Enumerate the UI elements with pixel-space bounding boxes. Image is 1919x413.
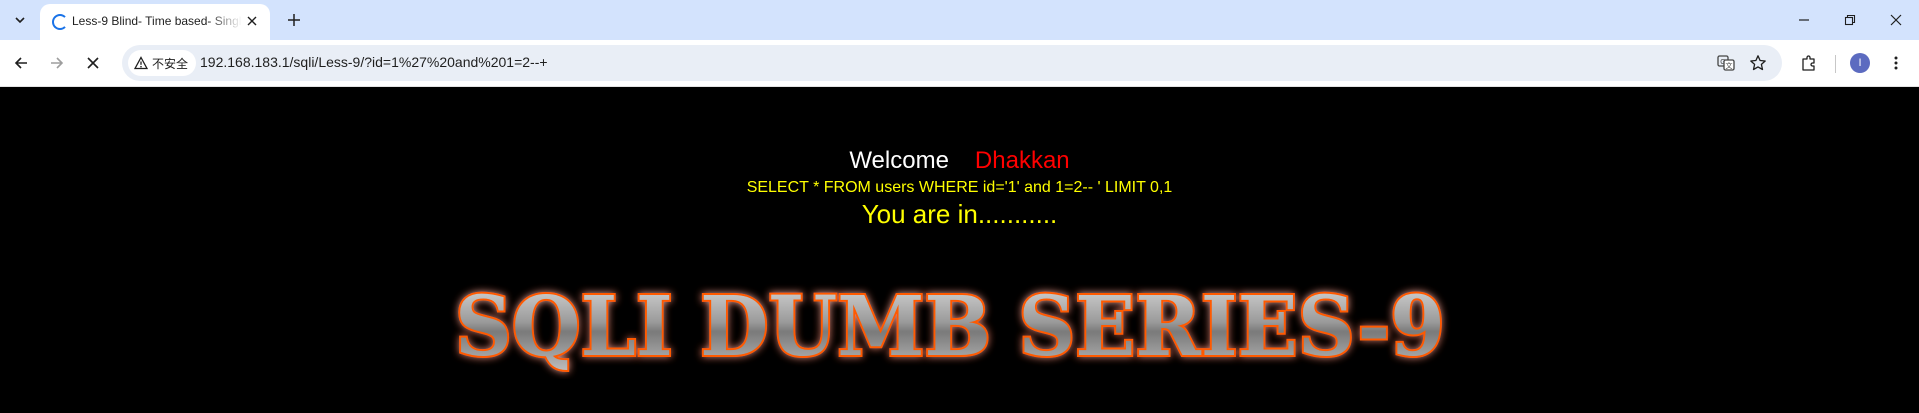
toolbar-divider: [1835, 55, 1836, 73]
bookmark-star-button[interactable]: [1746, 51, 1770, 75]
star-icon: [1750, 55, 1766, 71]
welcome-text: Welcome: [849, 147, 949, 174]
page-content: Welcome Dhakkan SELECT * FROM users WHERE…: [0, 87, 1919, 413]
extensions-button[interactable]: [1793, 47, 1825, 79]
url-text[interactable]: 192.168.183.1/sqli/Less-9/?id=1%27%20and…: [200, 54, 548, 70]
tab-close-button[interactable]: [244, 13, 260, 29]
minimize-button[interactable]: [1781, 0, 1827, 40]
chevron-down-icon: [15, 17, 25, 24]
status-message: You are in...........: [861, 199, 1058, 229]
translate-button[interactable]: G文: [1714, 51, 1738, 75]
arrow-right-icon: [51, 57, 64, 69]
sql-query-text: SELECT * FROM users WHERE id='1' and 1=2…: [746, 179, 1173, 196]
welcome-line: Welcome Dhakkan: [0, 147, 1919, 175]
arrow-left-icon: [14, 57, 27, 69]
plus-icon: [288, 14, 300, 26]
tab-search-button[interactable]: [8, 8, 32, 32]
forward-button[interactable]: [41, 47, 73, 79]
browser-tab[interactable]: Less-9 Blind- Time based- Single Quotes-…: [40, 4, 270, 40]
profile-avatar[interactable]: I: [1850, 53, 1870, 73]
menu-button[interactable]: [1880, 47, 1912, 79]
close-window-button[interactable]: [1873, 0, 1919, 40]
translate-icon: G文: [1717, 55, 1735, 71]
puzzle-icon: [1802, 55, 1815, 71]
warning-icon: [134, 56, 148, 70]
series-banner-logo: SQLI DUMB SERIES-9: [453, 279, 1447, 377]
more-vertical-icon: [1894, 56, 1898, 70]
new-tab-button[interactable]: [282, 8, 306, 32]
browser-toolbar: 不安全 192.168.183.1/sqli/Less-9/?id=1%27%2…: [0, 40, 1919, 87]
address-bar[interactable]: 不安全 192.168.183.1/sqli/Less-9/?id=1%27%2…: [122, 45, 1782, 81]
tab-title: Less-9 Blind- Time based- Single Quotes-…: [72, 14, 242, 28]
minimize-icon: [1799, 19, 1809, 21]
security-label: 不安全: [152, 56, 189, 71]
security-chip[interactable]: 不安全: [128, 50, 197, 76]
loading-spinner-icon: [52, 14, 68, 30]
restore-button[interactable]: [1827, 0, 1873, 40]
svg-text:文: 文: [1726, 61, 1733, 70]
banner-text: SQLI DUMB SERIES-9: [455, 279, 1445, 375]
back-button[interactable]: [5, 47, 37, 79]
close-icon: [1890, 14, 1902, 26]
close-icon: [247, 16, 257, 26]
welcome-name: Dhakkan: [974, 147, 1070, 174]
tab-strip: Less-9 Blind- Time based- Single Quotes-…: [0, 0, 1919, 40]
close-icon: [87, 57, 99, 69]
restore-icon: [1844, 14, 1856, 26]
stop-loading-button[interactable]: [77, 47, 109, 79]
